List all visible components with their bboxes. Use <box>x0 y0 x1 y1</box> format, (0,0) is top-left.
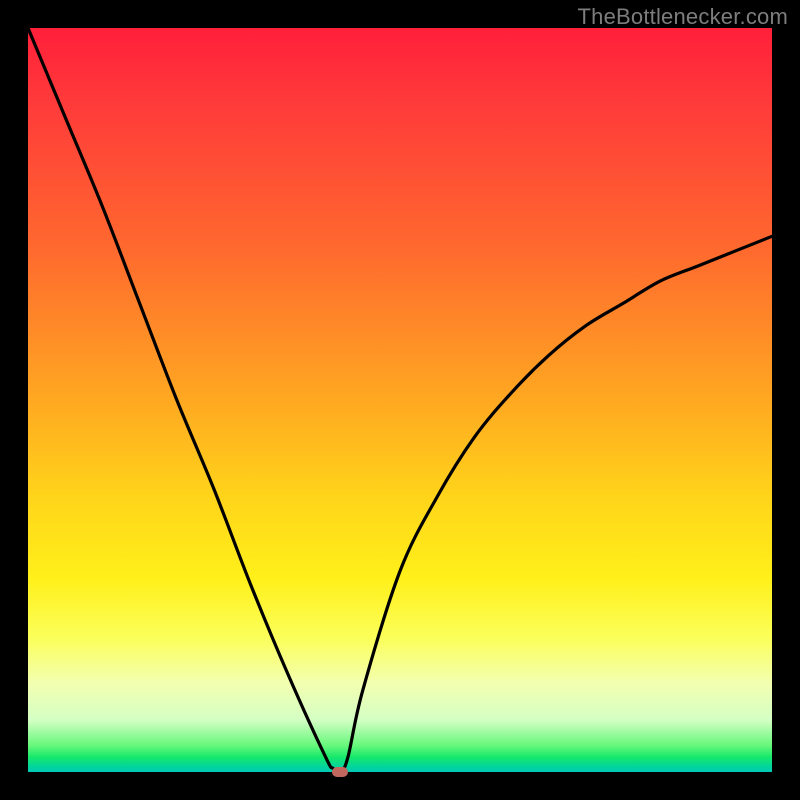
watermark-text: TheBottlenecker.com <box>578 4 788 30</box>
plot-area <box>28 28 772 772</box>
optimal-point-marker <box>332 767 348 777</box>
bottleneck-curve <box>28 28 772 772</box>
chart-frame: TheBottlenecker.com <box>0 0 800 800</box>
